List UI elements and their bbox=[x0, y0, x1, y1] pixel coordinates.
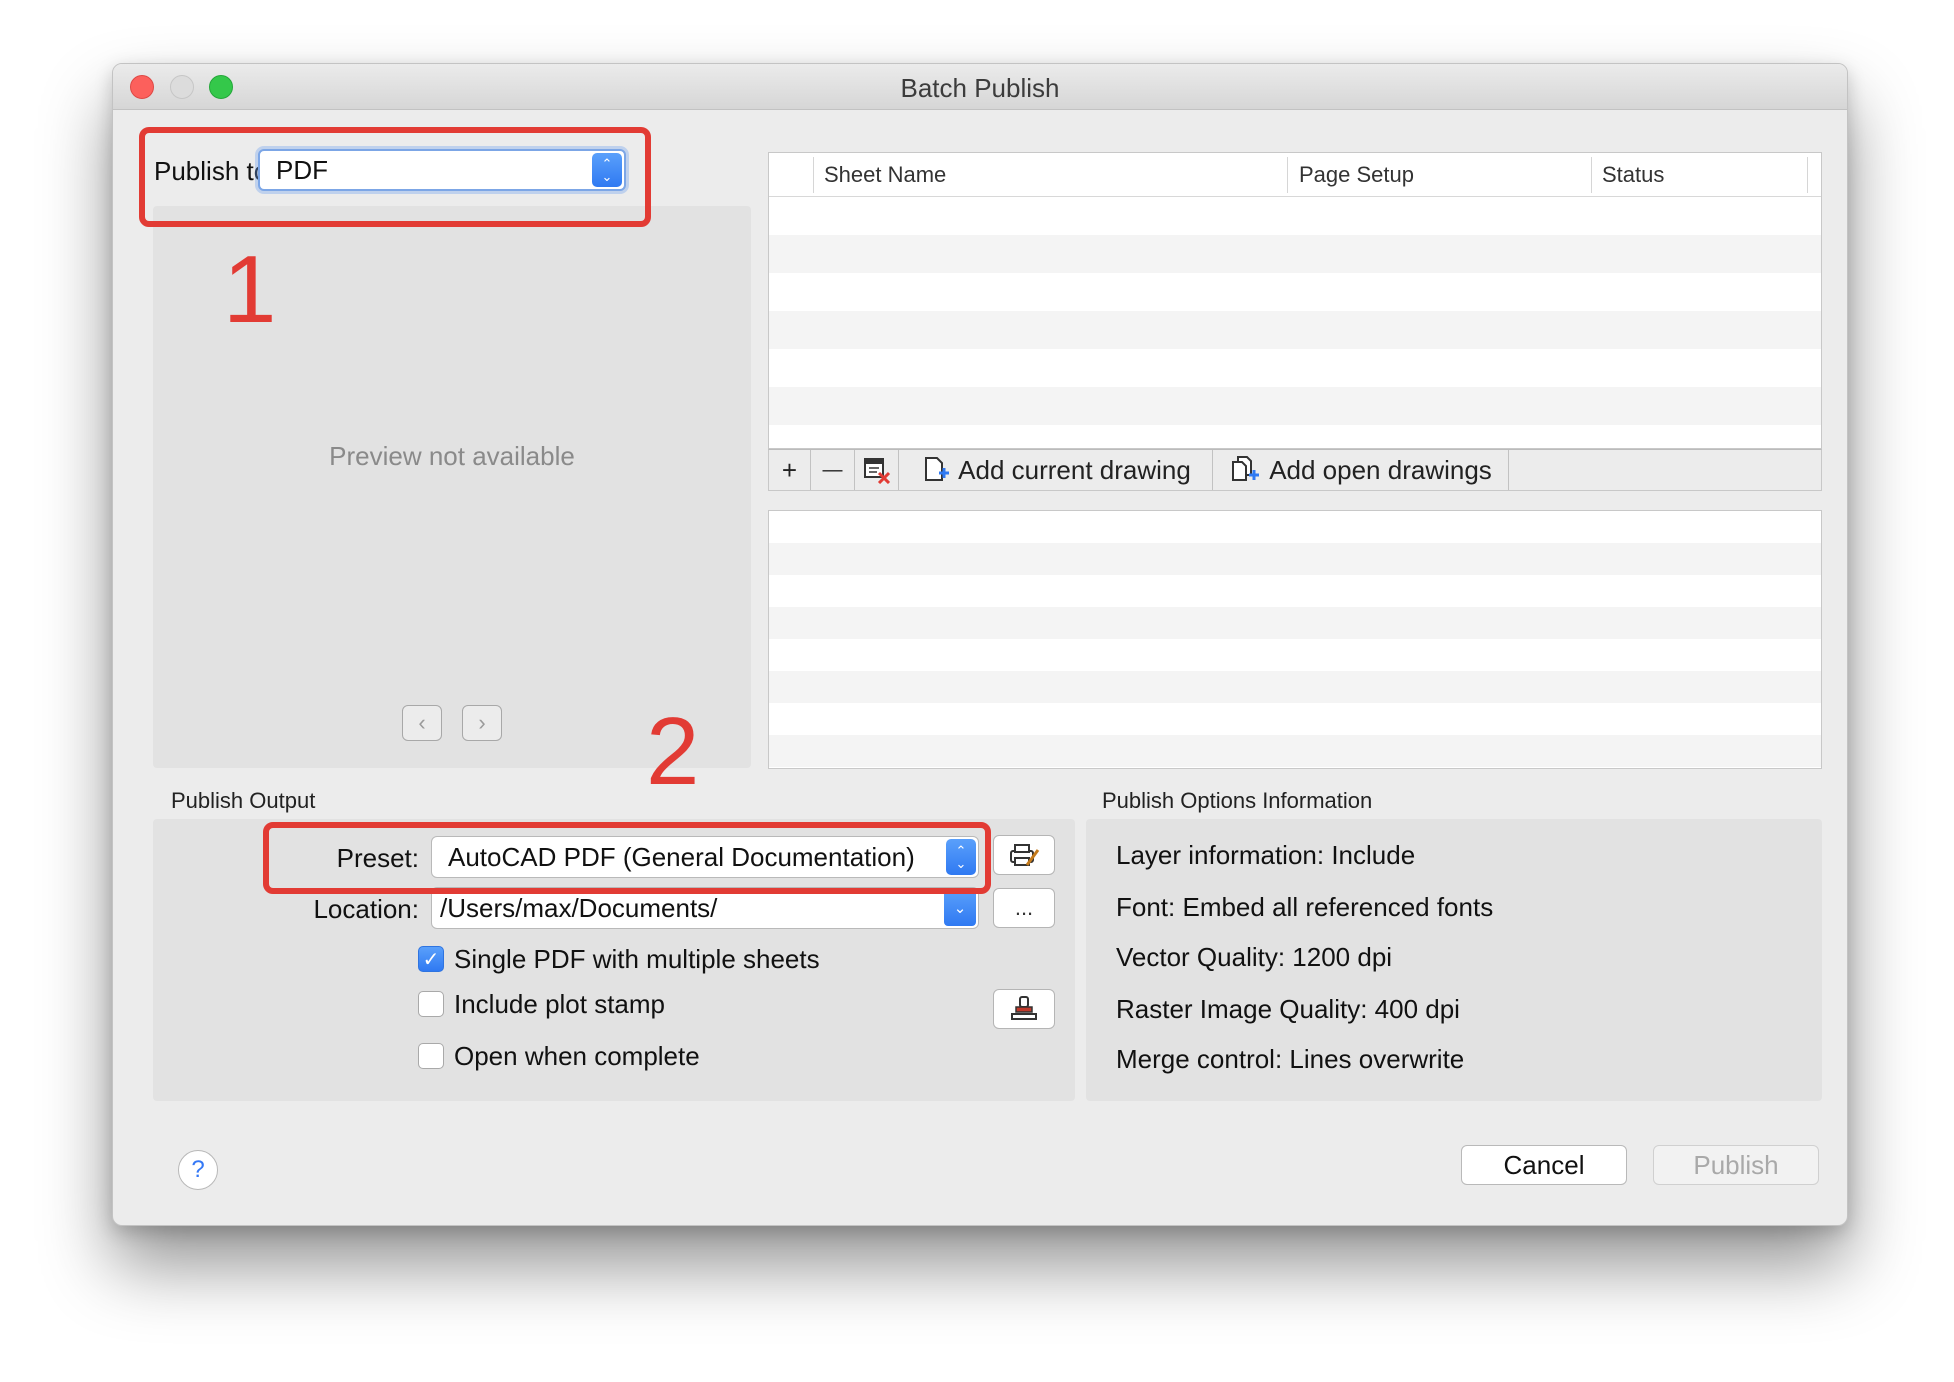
open-when-complete-label[interactable]: Open when complete bbox=[454, 1041, 700, 1072]
column-header-page-setup[interactable]: Page Setup bbox=[1299, 162, 1414, 188]
preview-next-button[interactable]: › bbox=[462, 705, 502, 741]
add-open-drawings-label: Add open drawings bbox=[1269, 454, 1492, 485]
list-item[interactable] bbox=[769, 575, 1821, 607]
batch-publish-dialog: Batch Publish Publish to: PDF ⌃ ⌄ Preview… bbox=[112, 63, 1848, 1226]
column-header-status[interactable]: Status bbox=[1602, 162, 1664, 188]
browse-location-button[interactable]: ... bbox=[993, 888, 1055, 928]
sheet-table[interactable]: Sheet Name Page Setup Status bbox=[768, 152, 1822, 449]
list-item[interactable] bbox=[769, 607, 1821, 639]
list-item[interactable] bbox=[769, 639, 1821, 671]
column-separator bbox=[1287, 157, 1288, 193]
browse-label: ... bbox=[1014, 895, 1034, 920]
plus-icon: + bbox=[781, 454, 798, 485]
title-bar: Batch Publish bbox=[113, 64, 1847, 110]
table-row[interactable] bbox=[769, 349, 1821, 387]
column-separator bbox=[1591, 157, 1592, 193]
sheet-table-header: Sheet Name Page Setup Status bbox=[769, 153, 1821, 197]
window-title: Batch Publish bbox=[900, 73, 1060, 103]
annotation-highlight-1 bbox=[139, 127, 651, 227]
add-current-drawing-label: Add current drawing bbox=[958, 454, 1191, 485]
printer-edit-icon bbox=[1010, 844, 1040, 866]
add-document-icon bbox=[925, 457, 950, 481]
vector-quality-info: Vector Quality: 1200 dpi bbox=[1116, 942, 1393, 972]
chevron-right-icon: › bbox=[478, 710, 486, 735]
question-icon: ? bbox=[191, 1156, 205, 1183]
clear-list-icon bbox=[863, 458, 890, 484]
list-item[interactable] bbox=[769, 543, 1821, 575]
list-item[interactable] bbox=[769, 735, 1821, 767]
add-open-drawings-button[interactable]: Add open drawings bbox=[1213, 450, 1509, 490]
table-row[interactable] bbox=[769, 387, 1821, 425]
chevron-left-icon: ‹ bbox=[418, 710, 426, 735]
list-item[interactable] bbox=[769, 671, 1821, 703]
font-info: Font: Embed all referenced fonts bbox=[1116, 892, 1494, 922]
publish-options-heading: Publish Options Information bbox=[1102, 788, 1373, 813]
help-button[interactable]: ? bbox=[178, 1150, 218, 1190]
sheet-list-toolbar: + — Add current drawing Add open drawing… bbox=[768, 449, 1822, 491]
single-pdf-label[interactable]: Single PDF with multiple sheets bbox=[454, 944, 820, 975]
add-documents-icon bbox=[1232, 456, 1260, 481]
location-value: /Users/max/Documents/ bbox=[440, 892, 718, 923]
raster-quality-info: Raster Image Quality: 400 dpi bbox=[1116, 994, 1460, 1024]
preview-prev-button[interactable]: ‹ bbox=[402, 705, 442, 741]
checkmark-icon: ✓ bbox=[422, 948, 440, 971]
stamp-icon bbox=[1011, 996, 1037, 1020]
remove-sheet-button[interactable]: — bbox=[811, 450, 855, 490]
edit-preset-button[interactable] bbox=[993, 835, 1055, 875]
single-pdf-checkbox[interactable]: ✓ bbox=[418, 946, 444, 972]
annotation-highlight-2 bbox=[263, 822, 991, 894]
sheet-table-body bbox=[769, 197, 1821, 425]
merge-control-info: Merge control: Lines overwrite bbox=[1116, 1044, 1465, 1074]
publish-button[interactable]: Publish bbox=[1653, 1145, 1819, 1185]
chevron-down-icon[interactable]: ⌄ bbox=[944, 890, 976, 926]
plot-stamp-settings-button[interactable] bbox=[993, 989, 1055, 1029]
cancel-button[interactable]: Cancel bbox=[1461, 1145, 1627, 1185]
plot-stamp-checkbox[interactable] bbox=[418, 991, 444, 1017]
add-current-drawing-button[interactable]: Add current drawing bbox=[899, 450, 1213, 490]
sheet-details-body bbox=[769, 511, 1821, 767]
open-when-complete-checkbox[interactable] bbox=[418, 1043, 444, 1069]
publish-output-heading: Publish Output bbox=[171, 788, 316, 813]
annotation-number-1: 1 bbox=[223, 236, 277, 343]
table-row[interactable] bbox=[769, 311, 1821, 349]
column-separator bbox=[1807, 157, 1808, 193]
plot-stamp-label[interactable]: Include plot stamp bbox=[454, 989, 665, 1020]
add-sheet-button[interactable]: + bbox=[769, 450, 811, 490]
table-row[interactable] bbox=[769, 273, 1821, 311]
remove-all-sheets-button[interactable] bbox=[855, 450, 899, 490]
column-separator bbox=[813, 157, 814, 193]
column-header-sheet-name[interactable]: Sheet Name bbox=[824, 162, 946, 188]
list-item[interactable] bbox=[769, 703, 1821, 735]
table-row[interactable] bbox=[769, 235, 1821, 273]
minus-icon: — bbox=[822, 458, 843, 481]
preview-message: Preview not available bbox=[329, 441, 575, 471]
layer-information-info: Layer information: Include bbox=[1116, 840, 1416, 870]
location-label: Location: bbox=[313, 894, 419, 924]
annotation-number-2: 2 bbox=[646, 698, 700, 805]
list-item[interactable] bbox=[769, 511, 1821, 543]
sheet-details-list[interactable] bbox=[768, 510, 1822, 769]
table-row[interactable] bbox=[769, 197, 1821, 235]
